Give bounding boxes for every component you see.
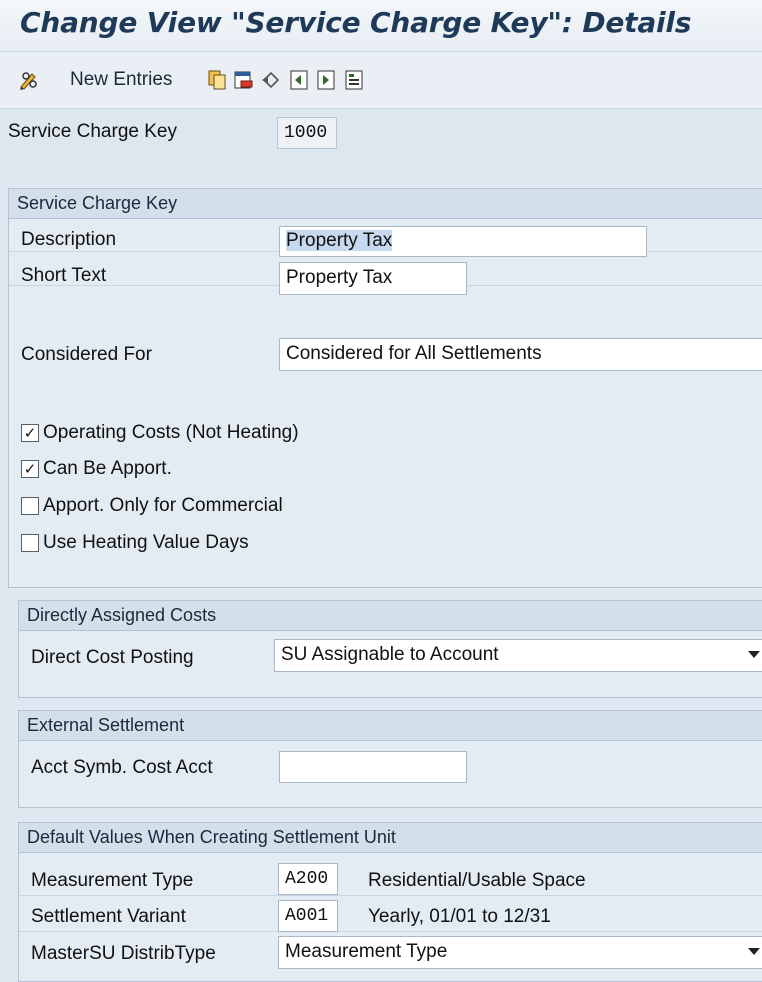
settlement-variant-field[interactable]: A001 [278,900,338,932]
next-entry-button[interactable] [315,66,337,94]
key-area: Service Charge Key 1000 [0,109,762,183]
select-block-button[interactable] [343,66,365,94]
mastersu-distribtype-dropdown[interactable]: Measurement Type [278,936,762,969]
directly-assigned-costs-title: Directly Assigned Costs [19,601,762,631]
row-separator [19,895,762,896]
prev-entry-icon [290,70,308,90]
apport-only-commercial-checkbox[interactable]: Apport. Only for Commercial [21,495,283,517]
direct-cost-posting-label: Direct Cost Posting [31,647,194,668]
display-change-button[interactable] [18,66,40,94]
copy-button[interactable] [206,66,228,94]
copy-icon [208,70,226,90]
mastersu-distribtype-value: Measurement Type [285,941,448,962]
mastersu-distribtype-label: MasterSU DistribType [31,943,216,964]
directly-assigned-costs-panel: Directly Assigned Costs Direct Cost Post… [18,600,762,698]
service-charge-key-label: Service Charge Key [8,121,177,142]
direct-cost-posting-value: SU Assignable to Account [281,644,499,665]
service-charge-key-field[interactable]: 1000 [277,117,337,149]
description-value: Property Tax [286,230,393,251]
undo-button[interactable] [260,66,282,94]
measurement-type-field[interactable]: A200 [278,863,338,895]
row-separator [19,931,762,932]
previous-entry-button[interactable] [288,66,310,94]
next-entry-icon [317,70,335,90]
delete-button[interactable] [232,66,254,94]
operating-costs-checkbox[interactable]: ✓ Operating Costs (Not Heating) [21,422,299,444]
apport-only-commercial-label: Apport. Only for Commercial [43,495,283,516]
service-charge-key-panel: Service Charge Key Description Property … [8,188,762,588]
considered-for-label: Considered For [21,344,152,365]
description-field[interactable]: Property Tax [279,226,647,257]
service-charge-key-panel-title: Service Charge Key [9,189,762,219]
acct-symb-cost-acct-label: Acct Symb. Cost Acct [31,757,213,778]
dropdown-arrow-icon[interactable] [748,948,760,955]
title-bar: Change View "Service Charge Key": Detail… [0,0,762,52]
can-be-apport-checkbox[interactable]: ✓ Can Be Apport. [21,458,172,480]
delete-icon [234,71,253,89]
checkbox-unchecked-icon [21,497,39,515]
checkbox-checked-icon: ✓ [21,460,39,478]
select-block-icon [345,70,363,90]
measurement-type-text: Residential/Usable Space [368,870,586,891]
operating-costs-label: Operating Costs (Not Heating) [43,422,299,443]
can-be-apport-label: Can Be Apport. [43,458,172,479]
default-values-title: Default Values When Creating Settlement … [19,823,762,853]
new-entries-button[interactable]: New Entries [56,66,172,94]
settlement-variant-text: Yearly, 01/01 to 12/31 [368,906,551,927]
pencil-glasses-icon [20,72,37,90]
settlement-variant-label: Settlement Variant [31,906,186,927]
application-toolbar: New Entries [0,52,762,109]
new-entries-label: New Entries [70,69,173,90]
considered-for-dropdown[interactable]: Considered for All Settlements [279,338,762,371]
checkbox-unchecked-icon [21,534,39,552]
window-title: Change View "Service Charge Key": Detail… [20,6,692,39]
checkbox-checked-icon: ✓ [21,424,39,442]
measurement-type-label: Measurement Type [31,870,194,891]
external-settlement-title: External Settlement [19,711,762,741]
use-heating-value-days-label: Use Heating Value Days [43,532,249,553]
dropdown-arrow-icon[interactable] [748,651,760,658]
description-label: Description [21,229,117,250]
acct-symb-cost-acct-field[interactable] [279,751,467,783]
short-text-field[interactable]: Property Tax [279,262,467,295]
use-heating-value-days-checkbox[interactable]: Use Heating Value Days [21,532,249,554]
undo-icon [262,71,280,89]
default-values-panel: Default Values When Creating Settlement … [18,822,762,982]
short-text-label: Short Text [21,265,107,286]
direct-cost-posting-dropdown[interactable]: SU Assignable to Account [274,639,762,672]
external-settlement-panel: External Settlement Acct Symb. Cost Acct [18,710,762,808]
